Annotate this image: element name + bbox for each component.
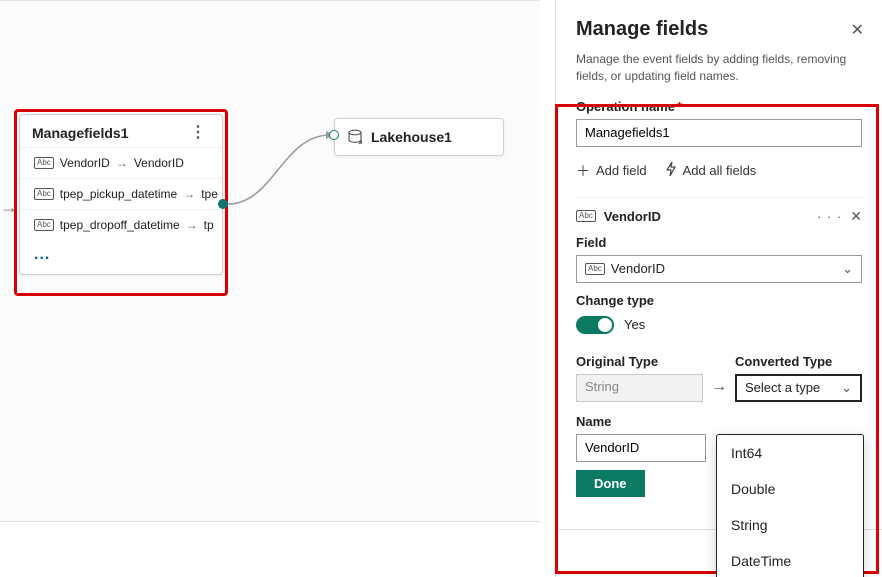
add-all-label: Add all fields	[683, 163, 757, 178]
mapping-from: VendorID	[60, 156, 110, 170]
node-lakehouse[interactable]: Lakehouse1	[334, 118, 504, 156]
done-button[interactable]: Done	[576, 470, 645, 497]
original-type-label: Original Type	[576, 354, 703, 369]
edge-connector	[223, 121, 335, 211]
converted-type-placeholder: Select a type	[745, 380, 820, 395]
dropdown-option-string[interactable]: String	[717, 507, 863, 543]
plus-icon: ＋	[576, 161, 590, 181]
mapping-to: tp	[204, 218, 214, 232]
operation-name-label: Operation name*	[576, 99, 862, 114]
mapping-to: VendorID	[134, 156, 184, 170]
type-string-icon: Abc	[34, 188, 54, 200]
change-type-label: Change type	[576, 293, 862, 308]
dropdown-option-double[interactable]: Double	[717, 471, 863, 507]
original-type-value: String	[576, 374, 703, 402]
field-name-input[interactable]	[576, 434, 706, 462]
change-type-toggle[interactable]	[576, 316, 614, 334]
node-more-icon[interactable]: ⋮	[186, 129, 210, 137]
chevron-down-icon: ⌄	[842, 261, 853, 277]
add-field-button[interactable]: ＋ Add field	[576, 161, 647, 181]
arrow-icon: →	[183, 187, 195, 201]
field-block-name: VendorID	[604, 209, 661, 224]
panel-description: Manage the event fields by adding fields…	[576, 51, 862, 85]
panel-title: Manage fields	[576, 18, 862, 41]
manage-fields-panel: Manage fields ✕ Manage the event fields …	[555, 0, 882, 577]
field-select-value: VendorID	[611, 261, 665, 276]
canvas[interactable]: → Managefields1 ⋮ Abc VendorID → VendorI…	[0, 0, 540, 577]
arrow-icon: →	[186, 218, 198, 232]
mapping-from: tpep_pickup_datetime	[60, 187, 177, 201]
node-title: Managefields1	[32, 125, 128, 141]
arrow-icon: →	[116, 156, 128, 170]
field-more-icon[interactable]: · · ·	[817, 209, 842, 224]
toggle-value: Yes	[624, 317, 645, 332]
node-title: Lakehouse1	[371, 129, 452, 145]
dropdown-option-int64[interactable]: Int64	[717, 435, 863, 471]
type-string-icon: Abc	[34, 219, 54, 231]
name-label: Name	[576, 414, 862, 429]
type-string-icon: Abc	[34, 157, 54, 169]
bolt-icon	[665, 162, 677, 179]
field-mapping-row: Abc tpep_dropoff_datetime → tp	[20, 209, 222, 240]
canvas-footer	[0, 521, 540, 577]
type-dropdown: Int64 Double String DateTime	[716, 434, 864, 577]
field-mapping-row: Abc tpep_pickup_datetime → tpe	[20, 178, 222, 209]
field-remove-icon[interactable]: ✕	[850, 208, 862, 225]
field-label: Field	[576, 235, 862, 250]
add-all-fields-button[interactable]: Add all fields	[665, 161, 757, 181]
chevron-down-icon: ⌄	[841, 380, 852, 396]
add-field-label: Add field	[596, 163, 647, 178]
converted-type-label: Converted Type	[735, 354, 862, 369]
mapping-from: tpep_dropoff_datetime	[60, 218, 180, 232]
node-managefields[interactable]: Managefields1 ⋮ Abc VendorID → VendorID …	[19, 114, 223, 275]
lakehouse-icon	[347, 129, 363, 145]
field-select[interactable]: Abc VendorID ⌄	[576, 255, 862, 283]
node-input-port[interactable]	[329, 130, 339, 140]
mapping-to: tpe	[201, 187, 218, 201]
incoming-edge-arrow-icon: →	[0, 197, 18, 218]
close-icon[interactable]: ✕	[851, 20, 864, 40]
arrow-icon: →	[711, 378, 727, 402]
converted-type-select[interactable]: Select a type ⌄	[735, 374, 862, 402]
type-string-icon: Abc	[585, 263, 605, 275]
operation-name-input[interactable]	[576, 119, 862, 147]
type-string-icon: Abc	[576, 210, 596, 222]
field-mapping-row: Abc VendorID → VendorID	[20, 147, 222, 178]
more-fields-indicator[interactable]: ...	[20, 240, 222, 274]
dropdown-option-datetime[interactable]: DateTime	[717, 543, 863, 577]
